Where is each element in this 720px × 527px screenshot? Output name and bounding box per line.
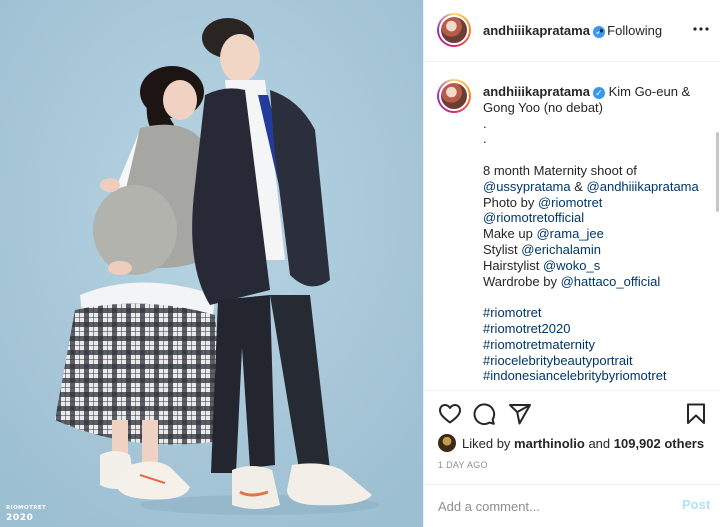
post-side-panel: andhiiikapratama ✓ • Following andhiiikap… bbox=[423, 0, 720, 527]
likes-summary[interactable]: Liked by marthinolio and 109,902 others bbox=[438, 433, 704, 453]
comment-input[interactable] bbox=[438, 494, 668, 518]
comment-icon[interactable] bbox=[472, 402, 496, 426]
hashtag-link[interactable]: #riocelebritybeautyportrait bbox=[483, 353, 711, 369]
mention-link[interactable]: @ussypratama bbox=[483, 179, 571, 194]
caption-text: Make up bbox=[483, 226, 537, 242]
caption-line: Photo by @riomotret bbox=[483, 195, 711, 211]
photo-illustration bbox=[0, 0, 423, 527]
send-icon[interactable] bbox=[508, 402, 532, 426]
caption-text: Stylist bbox=[483, 241, 522, 257]
verified-badge-icon: ✓ bbox=[592, 87, 605, 99]
caption-text: Wardrobe by bbox=[483, 273, 561, 289]
caption-line: 8 month Maternity shoot of bbox=[483, 162, 637, 178]
author-avatar[interactable] bbox=[437, 13, 471, 47]
caption-line: andhiiikapratama ✓ Kim Go-eun & bbox=[483, 84, 711, 100]
post-comment-button[interactable]: Post bbox=[682, 497, 710, 512]
watermark-brand: RIOMOTRET bbox=[6, 505, 47, 511]
caption-line: . bbox=[483, 115, 487, 131]
author-username-text[interactable]: andhiiikapratama bbox=[483, 23, 590, 38]
likes-count[interactable]: 109,902 others bbox=[614, 436, 704, 451]
caption-line: . bbox=[483, 131, 487, 147]
watermark-year: 2020 bbox=[6, 513, 34, 523]
heart-icon[interactable] bbox=[438, 402, 462, 426]
mention-link[interactable]: @riomotret bbox=[538, 195, 603, 210]
instagram-post: RIOMOTRET 2020 andhiiikapratama ✓ • Follo… bbox=[0, 0, 720, 527]
liker-avatar[interactable] bbox=[438, 434, 456, 452]
bookmark-icon[interactable] bbox=[684, 402, 708, 426]
more-horizontal-icon[interactable] bbox=[692, 20, 710, 38]
caption-line: Make up @rama_jee bbox=[483, 226, 711, 242]
hashtag-link[interactable]: #riomotret bbox=[483, 305, 711, 321]
mention-link[interactable]: @woko_s bbox=[543, 258, 600, 273]
post-timestamp[interactable]: 1 DAY AGO bbox=[438, 460, 488, 470]
caption-line: Wardrobe by @hattaco_official bbox=[483, 274, 711, 290]
action-bar: Liked by marthinolio and 109,902 others … bbox=[424, 390, 720, 484]
author-username[interactable]: andhiiikapratama ✓ bbox=[483, 23, 605, 38]
likes-prefix: Liked by bbox=[462, 435, 515, 451]
hashtag-link[interactable]: #riomotretmaternity bbox=[483, 337, 711, 353]
mention-link[interactable]: @hattaco_official bbox=[561, 274, 661, 289]
hashtag-link[interactable]: #riomotret2020 bbox=[483, 321, 711, 337]
post-header: andhiiikapratama ✓ • Following bbox=[424, 0, 720, 62]
caption-body: andhiiikapratama ✓ Kim Go-eun & Gong Yoo … bbox=[483, 84, 711, 384]
post-photo[interactable]: RIOMOTRET 2020 bbox=[0, 0, 423, 527]
caption-line: @riomotretofficial bbox=[483, 210, 711, 226]
caption-line: Stylist @erichalamin bbox=[483, 242, 711, 258]
liker-username[interactable]: marthinolio bbox=[514, 436, 585, 451]
caption-scrollbar[interactable] bbox=[716, 132, 719, 212]
caption-text: Photo by bbox=[483, 194, 538, 210]
caption-section: andhiiikapratama ✓ Kim Go-eun & Gong Yoo … bbox=[424, 62, 720, 390]
follow-status-button[interactable]: • Following bbox=[599, 23, 662, 38]
caption-line: Hairstylist @woko_s bbox=[483, 258, 711, 274]
caption-line bbox=[483, 289, 711, 305]
mention-link[interactable]: @erichalamin bbox=[521, 242, 601, 257]
caption-line: @ussypratama & @andhiiikapratama bbox=[483, 179, 711, 195]
caption-username[interactable]: andhiiikapratama bbox=[483, 84, 590, 99]
mention-link[interactable]: @rama_jee bbox=[536, 226, 603, 241]
caption-text: Kim Go-eun & bbox=[608, 84, 691, 99]
likes-middle: and bbox=[584, 435, 614, 451]
mention-link[interactable]: @riomotretofficial bbox=[483, 210, 584, 225]
hashtag-link[interactable]: #indonesiancelebritybyriomotret bbox=[483, 368, 711, 384]
caption-author-avatar[interactable] bbox=[437, 79, 471, 113]
comment-form: Post bbox=[424, 484, 720, 527]
caption-text: & bbox=[570, 178, 587, 194]
mention-link[interactable]: @andhiiikapratama bbox=[587, 179, 699, 194]
caption-text: Hairstylist bbox=[483, 257, 543, 273]
caption-line: Gong Yoo (no debat) bbox=[483, 99, 603, 115]
caption-line bbox=[483, 147, 711, 163]
